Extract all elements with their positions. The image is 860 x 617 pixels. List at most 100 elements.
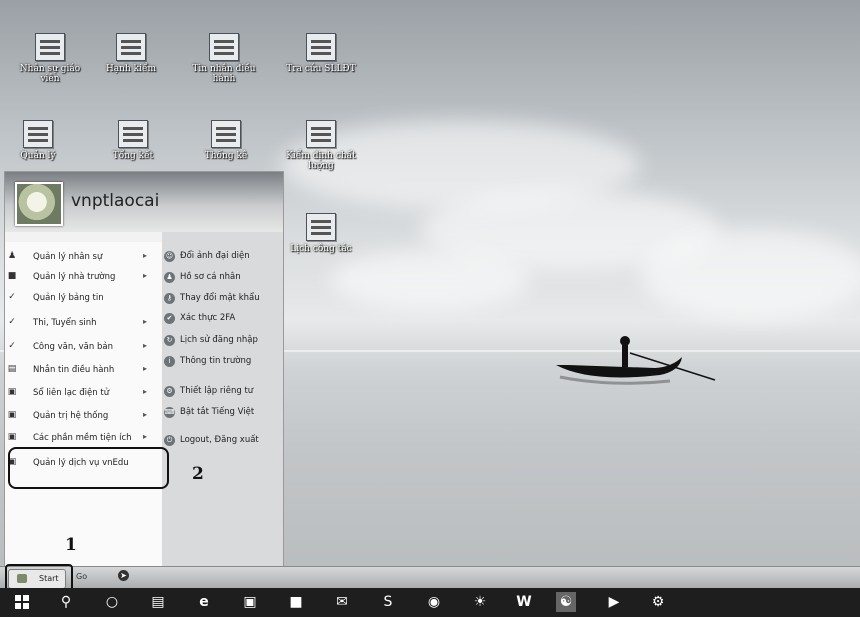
menu-item-label: Thiết lập riêng tư: [180, 386, 254, 396]
submenu-arrow-icon: ▸: [143, 271, 148, 280]
menu-item-lich-su-dang-nhap[interactable]: ↻ Lịch sử đăng nhập: [160, 332, 278, 350]
menu-item-label: Thay đổi mật khẩu: [180, 293, 260, 303]
menu-item-label: Các phần mềm tiện ích: [33, 433, 132, 443]
power-icon: ⏻: [164, 435, 175, 446]
conduct-chart-icon: [116, 33, 146, 61]
submenu-arrow-icon: ▸: [143, 410, 148, 419]
desktop-icon-lookup[interactable]: Tra cứu SLLĐT: [286, 33, 356, 74]
desktop-icon-conduct[interactable]: Hạnh kiểm: [96, 33, 166, 74]
desktop-icon-messages[interactable]: Tin nhắn điều hành: [189, 33, 259, 84]
settings-icon[interactable]: ⚙: [648, 592, 668, 612]
menu-item-thiet-lap-rieng-tu[interactable]: ⚙ Thiết lập riêng tư: [160, 383, 278, 401]
desktop: Nhân sự giáo viên Hạnh kiểm Tin nhắn điề…: [0, 0, 860, 617]
utilities-icon: ▣: [7, 432, 17, 442]
chrome-icon[interactable]: ◉: [424, 592, 444, 612]
menu-item-label: Lịch sử đăng nhập: [180, 335, 258, 345]
history-icon: ↻: [164, 335, 175, 346]
menu-item-cong-van[interactable]: ✓ Công văn, văn bản ▸: [5, 339, 153, 357]
windows-icon[interactable]: [12, 592, 32, 612]
menu-item-label: Quản lý bảng tin: [33, 293, 104, 303]
manage-icon: [23, 120, 53, 148]
profile-icon: ♟: [164, 272, 175, 283]
menu-item-so-lien-lac[interactable]: ▣ Sổ liên lạc điện tử ▸: [5, 385, 153, 403]
menu-item-quan-ly-bang-tin[interactable]: ✓ Quản lý bảng tin: [5, 290, 153, 308]
sum-icon: [118, 120, 148, 148]
menu-item-label: Quản trị hệ thống: [33, 411, 109, 421]
app-icon[interactable]: ▣: [240, 592, 260, 612]
desktop-icon-label: Tổng kết: [112, 151, 154, 161]
menu-item-label: Thi, Tuyển sinh: [33, 318, 97, 328]
system-icon: ▣: [7, 410, 17, 420]
username: vnptlaocai: [71, 191, 160, 211]
document-icon: ✓: [8, 341, 16, 351]
media-icon[interactable]: ▶: [604, 592, 624, 612]
submenu-arrow-icon: ▸: [143, 432, 148, 441]
menu-item-label: Logout, Đăng xuất: [180, 435, 259, 445]
menu-item-nhan-tin[interactable]: ▤ Nhắn tin điều hành ▸: [5, 362, 153, 380]
submenu-arrow-icon: ▸: [143, 251, 148, 260]
message-icon: [209, 33, 239, 61]
task-view-icon[interactable]: ▤: [148, 592, 168, 612]
menu-item-label: Nhắn tin điều hành: [33, 365, 115, 375]
desktop-icon-label: Tin nhắn điều hành: [192, 64, 256, 84]
menu-item-phan-mem-tien-ich[interactable]: ▣ Các phần mềm tiện ích ▸: [5, 430, 153, 448]
step-1-label: 1: [65, 535, 77, 555]
mail-icon[interactable]: ✉: [332, 592, 352, 612]
search-icon[interactable]: ⚲: [56, 592, 76, 612]
menu-item-thong-tin-truong[interactable]: i Thông tin trường: [160, 353, 278, 371]
person-icon: ♟: [7, 251, 17, 261]
quality-check-icon: [306, 120, 336, 148]
desktop-icon-calendar[interactable]: Lịch công tác: [286, 213, 356, 254]
submenu-arrow-icon: ▸: [143, 341, 148, 350]
info-icon: i: [164, 356, 175, 367]
desktop-icon-manage[interactable]: Quản lý: [3, 120, 73, 161]
menu-item-label: Thông tin trường: [180, 356, 252, 366]
cloud: [330, 250, 530, 310]
desktop-icon-staff[interactable]: Nhân sự giáo viên: [15, 33, 85, 84]
active-app-icon[interactable]: ☯: [556, 592, 576, 612]
cortana-icon[interactable]: ○: [102, 592, 122, 612]
privacy-icon: ⚙: [164, 386, 175, 397]
start-menu-header: vnptlaocai: [5, 172, 283, 232]
key-icon: ⚷: [164, 293, 175, 304]
menu-item-thi-tuyen-sinh[interactable]: ✓ Thi, Tuyển sinh ▸: [5, 315, 153, 333]
go-arrow-icon: ➤: [118, 570, 129, 581]
menu-item-ho-so[interactable]: ♟ Hồ sơ cá nhân: [160, 269, 278, 287]
windows-taskbar: ⚲ ○ ▤ e ▣ ■ ✉ S ◉ ☀ W ☯ ▶ ⚙: [0, 588, 860, 617]
lookup-icon: [306, 33, 336, 61]
desktop-icon-stats[interactable]: Thống kê: [191, 120, 261, 161]
cloud: [640, 230, 860, 320]
menu-item-label: Bật tắt Tiếng Việt: [180, 407, 255, 417]
store-icon[interactable]: ■: [286, 592, 306, 612]
menu-item-label: Sổ liên lạc điện tử: [33, 388, 110, 398]
desktop-icon-quality[interactable]: Kiểm định chất lượng: [286, 120, 356, 171]
contact-book-icon: ▣: [7, 387, 17, 397]
desktop-icon-label: Hạnh kiểm: [105, 64, 157, 74]
exam-icon: ✓: [8, 317, 16, 327]
photos-icon[interactable]: ☀: [470, 592, 490, 612]
menu-item-label: Hồ sơ cá nhân: [180, 272, 241, 282]
skype-icon[interactable]: S: [378, 592, 398, 612]
menu-item-bat-tat-tieng-viet[interactable]: ⌨ Bật tắt Tiếng Việt: [160, 404, 278, 422]
desktop-icon-summary[interactable]: Tổng kết: [98, 120, 168, 161]
menu-item-quan-tri-he-thong[interactable]: ▣ Quản trị hệ thống ▸: [5, 408, 153, 426]
edge-icon[interactable]: e: [194, 592, 214, 612]
desktop-icon-label: Nhân sự giáo viên: [19, 64, 81, 84]
menu-item-xac-thuc-2fa[interactable]: ✔ Xác thực 2FA: [160, 310, 278, 328]
desktop-icon-label: Thống kê: [204, 151, 248, 161]
submenu-arrow-icon: ▸: [143, 364, 148, 373]
menu-item-doi-anh[interactable]: ☺ Đổi ảnh đại diện: [160, 248, 278, 266]
keyboard-icon: ⌨: [164, 407, 175, 418]
shield-icon: ✔: [164, 313, 175, 324]
menu-item-logout[interactable]: ⏻ Logout, Đăng xuất: [160, 432, 278, 450]
calendar-icon: [306, 213, 336, 241]
word-icon[interactable]: W: [514, 592, 534, 612]
desktop-icon-label: Quản lý: [20, 151, 56, 161]
menu-item-quan-ly-nha-truong[interactable]: ■ Quản lý nhà trường ▸: [5, 269, 153, 287]
avatar-change-icon: ☺: [164, 251, 175, 262]
menu-item-quan-ly-nhan-su[interactable]: ♟ Quản lý nhân sự ▸: [5, 249, 153, 267]
go-button[interactable]: Go ➤: [70, 569, 130, 585]
avatar[interactable]: [15, 182, 63, 226]
stats-icon: [211, 120, 241, 148]
menu-item-doi-mat-khau[interactable]: ⚷ Thay đổi mật khẩu: [160, 290, 278, 308]
